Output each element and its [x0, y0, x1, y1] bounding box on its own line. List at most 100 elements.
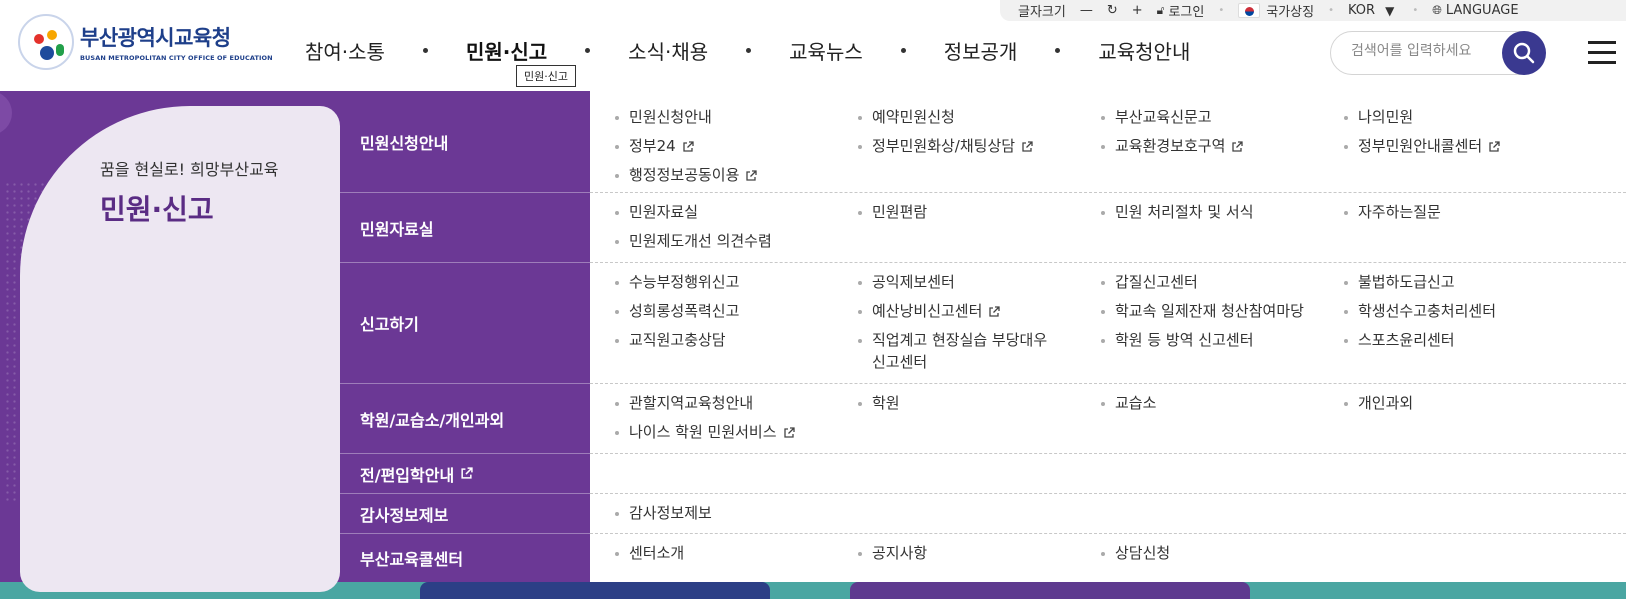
nav-tooltip: 민원·신고	[516, 65, 576, 87]
nav-separator	[746, 48, 752, 53]
link-faq[interactable]: 자주하는질문	[1344, 198, 1441, 227]
link-vocational-training-report[interactable]: 직업계고 현장실습 부당대우 신고센터	[858, 326, 1047, 373]
link-academy-quarantine-report[interactable]: 학원 등 방역 신고센터	[1101, 326, 1254, 355]
nav-office-guide[interactable]: 교육청안내	[1098, 36, 1190, 65]
menu-row-call-center: 부산교육콜센터 센터소개 공지사항 상담신청	[340, 534, 1626, 582]
category-civil-resources[interactable]: 민원자료실	[340, 193, 590, 263]
link-gov-video-chat-label: 정부민원화상/채팅상담	[872, 137, 1016, 155]
nav-civil-complaints[interactable]: 민원·신고	[466, 36, 547, 65]
category-transfer-admission-label: 전/편입학안내	[360, 465, 455, 485]
link-gov-call-center[interactable]: 정부민원안내콜센터	[1344, 132, 1500, 161]
mega-menu-intro-card: 꿈을 현실로! 희망부산교육 민원·신고	[20, 106, 340, 592]
office-emblem-icon	[18, 14, 74, 70]
link-gov-call-center-label: 정부민원안내콜센터	[1358, 137, 1483, 155]
link-reservation-civil[interactable]: 예약민원신청	[858, 103, 955, 132]
language-link[interactable]: 🌐︎ LANGUAGE	[1432, 3, 1518, 18]
link-civil-system-improvement[interactable]: 민원제도개선 의견수렴	[615, 227, 772, 256]
external-link-icon	[1489, 141, 1500, 152]
external-link-icon	[746, 170, 758, 181]
login-link[interactable]: 🔓︎ 로그인	[1157, 1, 1205, 20]
external-link-icon	[783, 427, 795, 438]
link-academy[interactable]: 학원	[858, 389, 900, 418]
caret-down-icon: ▼	[1385, 3, 1395, 18]
mega-menu: 꿈을 현실로! 희망부산교육 민원·신고 민원신청안내 민원신청안내 예약민원신…	[0, 91, 1626, 599]
utility-separator: •	[1328, 5, 1334, 16]
menu-row-academies: 학원/교습소/개인과외 관할지역교육청안내 학원 교습소 개인과외 나이스 학원…	[340, 384, 1626, 454]
globe-icon: 🌐︎	[1432, 3, 1442, 17]
utility-separator: •	[1412, 5, 1419, 16]
link-center-intro[interactable]: 센터소개	[615, 539, 684, 568]
nav-separator	[1055, 48, 1061, 53]
link-budget-waste-report[interactable]: 예산낭비신고센터	[858, 297, 1001, 326]
link-audit-report[interactable]: 감사정보제보	[615, 499, 712, 528]
utility-separator: •	[1218, 5, 1225, 16]
site-logo[interactable]: 부산광역시교육청 BUSAN METROPOLITAN CITY OFFICE …	[18, 14, 273, 70]
external-link-icon	[683, 141, 694, 152]
search-icon	[1513, 42, 1535, 64]
category-call-center[interactable]: 부산교육콜센터	[340, 534, 590, 582]
search-input[interactable]	[1351, 43, 1491, 59]
lock-icon: 🔓︎	[1156, 3, 1165, 17]
link-civil-handbook[interactable]: 민원편람	[858, 198, 927, 227]
link-civil-application-guide[interactable]: 민원신청안내	[615, 103, 712, 132]
category-academies[interactable]: 학원/교습소/개인과외	[340, 384, 590, 454]
link-colonial-legacy-cleanup[interactable]: 학교속 일제잔재 청산참여마당	[1101, 297, 1304, 326]
menu-row-civil-application: 민원신청안내 민원신청안내 예약민원신청 부산교육신문고 나의민원 정부24 정…	[340, 91, 1626, 193]
link-edu-environment-zone[interactable]: 교육환경보호구역	[1101, 132, 1244, 161]
login-label: 로그인	[1168, 5, 1205, 20]
font-reset-button[interactable]: ↻	[1107, 3, 1118, 18]
link-private-tutoring[interactable]: 개인과외	[1344, 389, 1413, 418]
link-power-abuse-report[interactable]: 갑질신고센터	[1101, 268, 1198, 297]
external-link-icon	[989, 306, 1001, 317]
link-tutoring-center[interactable]: 교습소	[1101, 389, 1156, 418]
language-label: LANGUAGE	[1445, 3, 1519, 18]
font-increase-button[interactable]: +	[1132, 3, 1143, 18]
link-budget-waste-report-label: 예산낭비신고센터	[872, 302, 983, 320]
search-button[interactable]	[1502, 31, 1546, 75]
nav-info-disclosure[interactable]: 정보공개	[944, 36, 1018, 65]
link-civil-procedures[interactable]: 민원 처리절차 및 서식	[1101, 198, 1254, 227]
external-link-icon	[461, 467, 473, 479]
national-symbol-link[interactable]: 국가상징	[1238, 1, 1314, 20]
link-civil-resources[interactable]: 민원자료실	[615, 198, 698, 227]
menu-row-civil-resources: 민원자료실 민원자료실 민원편람 민원 처리절차 및 서식 자주하는질문 민원제…	[340, 193, 1626, 263]
link-gov-video-chat[interactable]: 정부민원화상/채팅상담	[858, 132, 1033, 161]
link-csat-cheating-report[interactable]: 수능부정행위신고	[615, 268, 739, 297]
menu-row-report: 신고하기 수능부정행위신고 공익제보센터 갑질신고센터 불법하도급신고 성희롱성…	[340, 263, 1626, 384]
search-box	[1330, 31, 1546, 75]
link-neis-academy-service[interactable]: 나이스 학원 민원서비스	[615, 418, 795, 447]
link-sports-ethics-center[interactable]: 스포츠윤리센터	[1344, 326, 1455, 355]
link-staff-grievance[interactable]: 교직원고충상담	[615, 326, 726, 355]
hamburger-menu-icon[interactable]	[1588, 41, 1616, 65]
nav-separator	[422, 48, 428, 53]
nav-news-recruitment[interactable]: 소식·채용	[628, 36, 708, 65]
nav-participation[interactable]: 참여·소통	[305, 36, 385, 65]
link-notices[interactable]: 공지사항	[858, 539, 927, 568]
link-my-civil[interactable]: 나의민원	[1344, 103, 1413, 132]
link-consultation-request[interactable]: 상담신청	[1101, 539, 1170, 568]
category-civil-application[interactable]: 민원신청안내	[340, 91, 590, 193]
category-report[interactable]: 신고하기	[340, 263, 590, 384]
link-whistleblower-center[interactable]: 공익제보센터	[858, 268, 955, 297]
nav-separator	[585, 48, 591, 53]
category-audit-report[interactable]: 감사정보제보	[340, 494, 590, 534]
link-education-petition[interactable]: 부산교육신문고	[1101, 103, 1212, 132]
category-transfer-admission[interactable]: 전/편입학안내	[340, 454, 590, 494]
link-sexual-harassment-report[interactable]: 성희롱성폭력신고	[615, 297, 739, 326]
link-admin-info-sharing[interactable]: 행정정보공동이용	[615, 161, 758, 190]
font-decrease-button[interactable]: —	[1080, 3, 1093, 18]
menu-row-transfer-admission: 전/편입학안내	[340, 454, 1626, 494]
link-gov24[interactable]: 정부24	[615, 132, 694, 161]
logo-name-en: BUSAN METROPOLITAN CITY OFFICE OF EDUCAT…	[80, 54, 273, 62]
site-header: 글자크기 — ↻ + 🔓︎ 로그인 • 국가상징 • KOR ▼ • 🌐︎ LA…	[0, 0, 1626, 91]
link-admin-info-sharing-label: 행정정보공동이용	[629, 166, 740, 184]
menu-row-audit-report: 감사정보제보 감사정보제보	[340, 494, 1626, 534]
nav-education-news[interactable]: 교육뉴스	[789, 36, 863, 65]
link-neis-academy-service-label: 나이스 학원 민원서비스	[629, 423, 777, 441]
nav-separator	[900, 48, 906, 53]
language-select[interactable]: KOR ▼	[1348, 3, 1398, 18]
link-district-office-guide[interactable]: 관할지역교육청안내	[615, 389, 753, 418]
link-illegal-subcontract-report[interactable]: 불법하도급신고	[1344, 268, 1455, 297]
link-student-athlete-grievance[interactable]: 학생선수고충처리센터	[1344, 297, 1496, 326]
mega-menu-slogan: 꿈을 현실로! 희망부산교육	[100, 160, 279, 179]
